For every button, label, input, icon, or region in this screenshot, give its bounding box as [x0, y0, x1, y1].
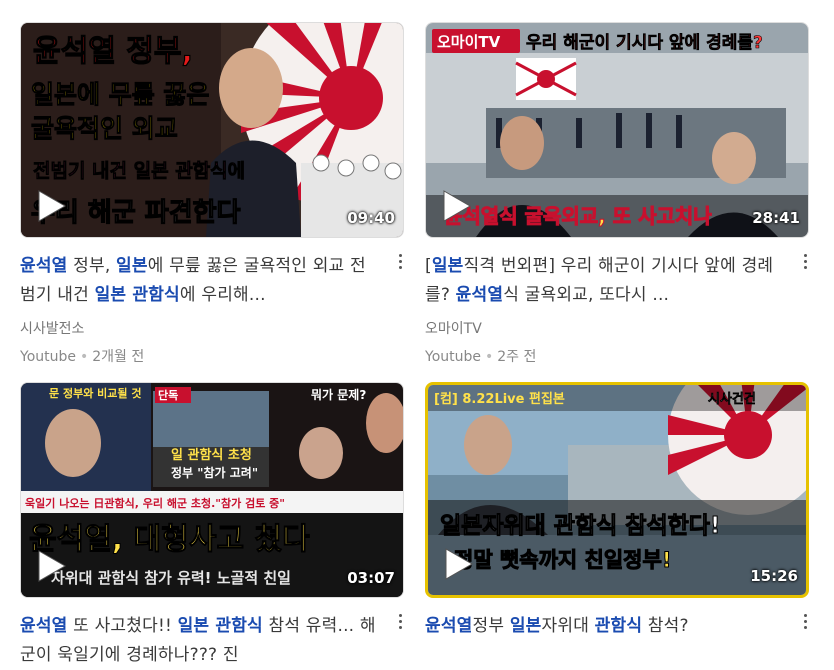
- title-keyword: 일본: [509, 616, 542, 636]
- video-age: 2개월 전: [92, 349, 145, 365]
- channel-name[interactable]: 시사발전소: [20, 318, 404, 338]
- video-thumbnail[interactable]: [컴] 8.22Live 편집본 시사건건 일본자위대 관함식 참석한다! 정말…: [425, 382, 809, 598]
- thumbnail-image: 문 정부와 비교될 것 단독 뭐가 문제? 일 관함식 초청 정부 "참가 고려…: [21, 383, 403, 597]
- more-options-icon[interactable]: [396, 254, 404, 274]
- more-options-icon[interactable]: [396, 614, 404, 634]
- thumb-text-3: 윤석열식 굴욕외교, 또 사고치나: [444, 204, 712, 228]
- title-text: 자위대: [541, 616, 595, 636]
- thumb-text-3: 뭐가 문제?: [311, 387, 366, 402]
- play-icon[interactable]: [33, 549, 67, 583]
- video-duration: 09:40: [347, 209, 395, 227]
- thumb-text-3: 굴욕적인 외교: [31, 114, 178, 143]
- thumbnail-image: 오마이TV 우리 해군이 기시다 앞에 경례를? 윤석열식 굴욕외교, 또 사고…: [426, 23, 808, 237]
- thumb-text-2: 단독: [158, 388, 178, 402]
- title-text: 에 우리해...: [179, 285, 266, 305]
- thumb-text-7: 윤석열, 대형사고 쳤다: [29, 522, 310, 557]
- video-title[interactable]: 윤석열 또 사고쳤다!! 일본 관함식 참석 유력... 해군이 욱일기에 경례…: [20, 612, 380, 670]
- thumb-text-4: 전범기 내건 일본 관함식에: [33, 160, 245, 182]
- video-duration: 15:26: [750, 567, 798, 585]
- video-duration: 28:41: [752, 209, 800, 227]
- play-icon[interactable]: [438, 189, 472, 223]
- video-title[interactable]: [일본직격 번외편] 우리 해군이 기시다 앞에 경례를? 윤석열식 굴욕외교,…: [425, 252, 785, 310]
- title-keyword: 일본: [116, 256, 148, 276]
- thumb-text-1: 오마이TV: [437, 33, 501, 51]
- video-title[interactable]: 윤석열정부 일본자위대 관함식 참석?: [425, 612, 785, 670]
- more-options-icon[interactable]: [801, 254, 809, 274]
- play-icon[interactable]: [440, 547, 474, 581]
- thumb-text-4: 정말 뼛속까지 친일정부!: [454, 548, 671, 572]
- title-keyword: 윤석열: [20, 616, 68, 636]
- video-duration: 03:07: [347, 569, 395, 587]
- title-text: [: [425, 256, 432, 276]
- thumb-text-4: 일 관함식 초청: [171, 447, 252, 463]
- separator-dot: •: [80, 349, 89, 365]
- thumb-text-5: 정부 "참가 고려": [171, 465, 258, 480]
- title-text: 정부,: [67, 256, 117, 276]
- title-keyword: 일본: [431, 256, 464, 276]
- title-keyword: 일본 관함식: [177, 616, 263, 636]
- thumb-text-8: 자위대 관함식 참가 유력! 노골적 친일: [51, 569, 291, 587]
- title-keyword: 관함식: [594, 616, 643, 636]
- video-meta: Youtube • 2주 전: [425, 346, 809, 366]
- video-card-2[interactable]: 오마이TV 우리 해군이 기시다 앞에 경례를? 윤석열식 굴욕외교, 또 사고…: [425, 22, 809, 366]
- thumbnail-image: [컴] 8.22Live 편집본 시사건건 일본자위대 관함식 참석한다! 정말…: [428, 385, 806, 595]
- video-card-3[interactable]: 문 정부와 비교될 것 단독 뭐가 문제? 일 관함식 초청 정부 "참가 고려…: [20, 382, 404, 670]
- thumb-text-2: 시사건건: [708, 391, 756, 407]
- title-keyword: 윤석열: [20, 256, 68, 276]
- title-text: 정부: [472, 616, 510, 636]
- title-text: 또 사고쳤다!!: [67, 616, 178, 636]
- separator-dot: •: [485, 349, 494, 365]
- title-text: 참석?: [642, 616, 689, 636]
- channel-name[interactable]: 오마이TV: [425, 318, 809, 338]
- source-label: Youtube: [425, 349, 481, 365]
- video-thumbnail[interactable]: 문 정부와 비교될 것 단독 뭐가 문제? 일 관함식 초청 정부 "참가 고려…: [20, 382, 404, 598]
- video-thumbnail[interactable]: 윤석열 정부, 일본에 무릎 꿇은 굴욕적인 외교 전범기 내건 일본 관함식에…: [20, 22, 404, 238]
- thumb-text-6: 욱일기 나오는 日관함식, 우리 해군 초청."참가 검토 중": [25, 496, 285, 510]
- thumb-text-1: 윤석열 정부,: [33, 34, 193, 69]
- video-age: 2주 전: [497, 349, 537, 365]
- thumb-text-2: 우리 해군이 기시다 앞에 경례를?: [526, 33, 763, 53]
- more-options-icon[interactable]: [801, 614, 809, 634]
- video-card-1[interactable]: 윤석열 정부, 일본에 무릎 꿇은 굴욕적인 외교 전범기 내건 일본 관함식에…: [20, 22, 404, 366]
- video-card-4[interactable]: [컴] 8.22Live 편집본 시사건건 일본자위대 관함식 참석한다! 정말…: [425, 382, 809, 670]
- video-thumbnail[interactable]: 오마이TV 우리 해군이 기시다 앞에 경례를? 윤석열식 굴욕외교, 또 사고…: [425, 22, 809, 238]
- title-keyword: 윤석열: [425, 616, 473, 636]
- video-title[interactable]: 윤석열 정부, 일본에 무릎 꿇은 굴욕적인 외교 전범기 내건 일본 관함식에…: [20, 252, 380, 310]
- title-keyword: 일본 관함식: [94, 285, 180, 305]
- thumb-text-1: [컴] 8.22Live 편집본: [434, 391, 565, 407]
- source-label: Youtube: [20, 349, 76, 365]
- thumbnail-image: 윤석열 정부, 일본에 무릎 꿇은 굴욕적인 외교 전범기 내건 일본 관함식에…: [21, 23, 403, 237]
- video-meta: Youtube • 2개월 전: [20, 346, 404, 366]
- title-keyword: 윤석열: [455, 285, 504, 305]
- thumb-text-3: 일본자위대 관함식 참석한다!: [440, 513, 720, 539]
- play-icon[interactable]: [33, 189, 67, 223]
- title-text: 식 굴욕외교, 또다시 ...: [503, 285, 670, 305]
- thumb-text-2: 일본에 무릎 꿇은: [31, 80, 209, 109]
- thumb-text-1: 문 정부와 비교될 것: [49, 386, 141, 400]
